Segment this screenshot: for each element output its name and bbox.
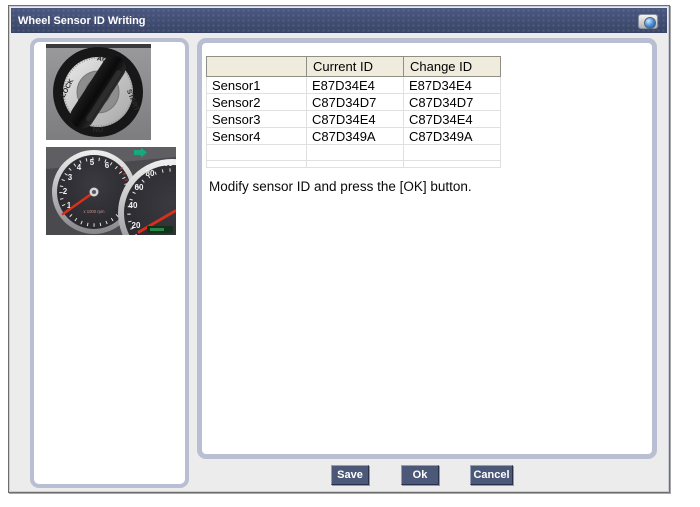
table-row: Sensor3 C87D34E4 C87D34E4 <box>206 110 501 128</box>
ignition-label-on: ON <box>93 125 104 132</box>
table-header-row: Current ID Change ID <box>206 56 501 77</box>
change-id-cell[interactable]: E87D34E4 <box>403 76 501 94</box>
instruction-message: Modify sensor ID and press the [OK] butt… <box>209 179 472 194</box>
change-id-cell[interactable]: C87D34E4 <box>403 110 501 128</box>
main-content-panel: Current ID Change ID Sensor1 E87D34E4 E8… <box>197 38 657 459</box>
tach-number-3: 3 <box>68 173 73 182</box>
tach-number-6: 6 <box>105 161 110 170</box>
ignition-key-photo: LOCK ACC START ON <box>46 44 151 140</box>
speedo-number-60: 60 <box>135 183 144 192</box>
cancel-button[interactable]: Cancel <box>470 465 513 485</box>
speedo-number-40: 40 <box>129 201 138 210</box>
column-header-change-id: Change ID <box>403 56 501 77</box>
image-sidebar-panel: LOCK ACC START ON <box>30 38 189 488</box>
current-id-cell: C87D349A <box>306 127 404 145</box>
tach-number-2: 2 <box>63 187 68 196</box>
column-header-current-id: Current ID <box>306 56 404 77</box>
table-empty-row <box>206 144 501 161</box>
current-id-cell: E87D34E4 <box>306 76 404 94</box>
speedo-number-20: 20 <box>132 221 141 230</box>
change-id-cell[interactable]: C87D34D7 <box>403 93 501 111</box>
tach-number-4: 4 <box>77 163 82 172</box>
current-id-cell: C87D34E4 <box>306 110 404 128</box>
speedo-number-80: 80 <box>146 169 155 178</box>
camera-icon[interactable] <box>638 14 658 29</box>
window-title: Wheel Sensor ID Writing <box>18 14 146 27</box>
table-empty-row <box>206 160 501 168</box>
wheel-sensor-id-writing-window: Wheel Sensor ID Writing LOCK START ON 1 … <box>8 5 670 493</box>
tach-unit-label: x 1000 rpm <box>84 209 105 214</box>
title-bar: Wheel Sensor ID Writing <box>11 8 667 33</box>
tach-number-5: 5 <box>90 158 95 167</box>
speedo-number-100: 100 <box>159 159 173 168</box>
sensor-name-cell: Sensor1 <box>206 76 307 94</box>
table-row: Sensor1 E87D34E4 E87D34E4 <box>206 76 501 94</box>
current-id-cell: C87D34D7 <box>306 93 404 111</box>
table-row: Sensor2 C87D34D7 C87D34D7 <box>206 93 501 111</box>
column-header-sensor <box>206 56 307 77</box>
save-button[interactable]: Save <box>331 465 369 485</box>
sensor-name-cell: Sensor4 <box>206 127 307 145</box>
sensor-name-cell: Sensor3 <box>206 110 307 128</box>
change-id-cell[interactable]: C87D349A <box>403 127 501 145</box>
table-row: Sensor4 C87D349A C87D349A <box>206 127 501 145</box>
sensor-id-table: Current ID Change ID Sensor1 E87D34E4 E8… <box>206 56 501 168</box>
instrument-cluster-photo: 1 2 3 4 5 6 x 1000 rpm 20 40 60 80 100 <box>46 147 176 235</box>
ok-button[interactable]: Ok <box>401 465 439 485</box>
sensor-name-cell: Sensor2 <box>206 93 307 111</box>
